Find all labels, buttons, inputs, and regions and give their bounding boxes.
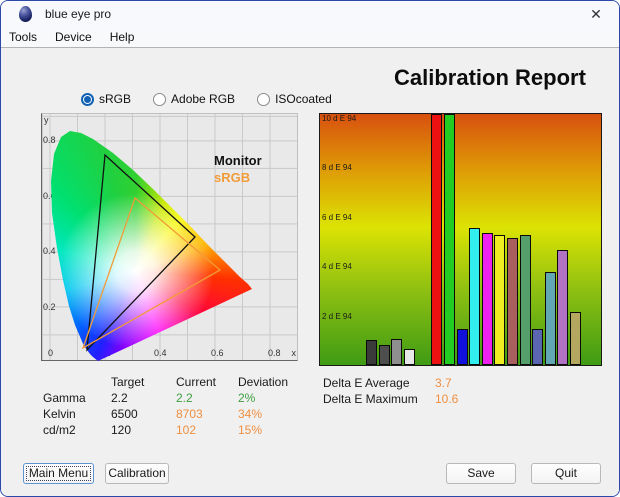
kelvin-current: 8703 — [176, 407, 203, 421]
kelvin-target: 6500 — [111, 407, 138, 421]
delta-bar-cyan — [469, 227, 481, 365]
menu-bar: Tools Device Help — [1, 27, 619, 48]
cdm2-current: 102 — [176, 423, 197, 437]
radio-isocoated[interactable]: ISOcoated — [257, 92, 332, 106]
col-header-deviation: Deviation — [238, 375, 289, 389]
delta-e-average-label: Delta E Average — [323, 376, 410, 390]
delta-bar-blue — [456, 329, 468, 365]
gamut-selector: sRGB Adobe RGB ISOcoated — [81, 92, 332, 106]
menu-item-help[interactable]: Help — [110, 30, 135, 44]
delta-bar-gray-dark — [366, 340, 377, 365]
legend-srgb: sRGB — [214, 170, 251, 185]
menu-item-tools[interactable]: Tools — [9, 30, 37, 44]
cie-legend: Monitor sRGB — [214, 152, 262, 186]
gamma-deviation: 2% — [238, 391, 256, 405]
kelvin-deviation: 34% — [238, 407, 263, 421]
col-header-target: Target — [111, 375, 145, 389]
titlebar: blue eye pro ✕ — [1, 1, 619, 27]
delta-bar-gray-mid — [391, 339, 403, 365]
results-table: Target Current Deviation Gamma 2.2 2.2 2… — [43, 375, 308, 437]
delta-bar-sea-green — [519, 235, 531, 365]
delta-bar-brown — [506, 237, 518, 365]
calibration-button[interactable]: Calibration — [105, 463, 169, 484]
radio-adobe-rgb[interactable]: Adobe RGB — [153, 92, 235, 106]
save-button[interactable]: Save — [446, 463, 516, 484]
monitor-gamut-triangle — [86, 153, 196, 352]
delta-bar-green — [443, 114, 455, 365]
delta-e-maximum-value: 10.6 — [435, 392, 459, 406]
delta-bar-red — [431, 114, 443, 365]
gamma-target: 2.2 — [111, 391, 128, 405]
delta-e-maximum-label: Delta E Maximum — [323, 392, 418, 406]
delta-bar-magenta — [481, 232, 493, 365]
app-egg-icon — [19, 6, 32, 22]
radio-circle-icon[interactable] — [81, 92, 94, 106]
delta-bar-orchid — [557, 250, 569, 365]
radio-adobe-rgb-label: Adobe RGB — [171, 92, 236, 106]
app-window: blue eye pro ✕ Tools Device Help sRGB Ad… — [0, 0, 620, 497]
menu-item-device[interactable]: Device — [55, 30, 92, 44]
delta-e-average-value: 3.7 — [435, 376, 452, 390]
radio-srgb-label: sRGB — [99, 92, 132, 106]
page-title: Calibration Report — [394, 65, 586, 90]
main-content: sRGB Adobe RGB ISOcoated Calibration Rep… — [1, 49, 619, 496]
radio-circle-icon[interactable] — [153, 92, 167, 106]
delta-bar-white — [403, 348, 415, 365]
cdm2-deviation: 15% — [238, 423, 263, 437]
radio-circle-icon[interactable] — [257, 92, 271, 106]
srgb-gamut-triangle — [81, 196, 222, 350]
legend-monitor: Monitor — [214, 153, 262, 168]
delta-bar-yellow — [494, 235, 506, 365]
delta-e-bar-chart: 10 d E 94 8 d E 94 6 d E 94 4 d E 94 2 d E 9… — [319, 113, 602, 366]
delta-e-summary: Delta E Average 3.7 Delta E Maximum 10.6 — [323, 376, 495, 406]
delta-bar-dark-khaki — [569, 311, 581, 365]
cdm2-target: 120 — [111, 423, 132, 437]
window-title: blue eye pro — [45, 7, 112, 21]
cie-chromaticity-chart: y 0.8 0.6 0.4 0.2 0 0.2 0.4 0.6 0.8 x Mo… — [41, 113, 298, 361]
col-header-current: Current — [176, 375, 217, 389]
row-label-gamma: Gamma — [43, 391, 86, 405]
delta-bar-gray-mid-dark — [378, 345, 390, 365]
main-menu-button[interactable]: Main Menu — [23, 463, 94, 484]
gamma-current: 2.2 — [176, 391, 193, 405]
radio-isocoated-label: ISOcoated — [275, 92, 332, 106]
quit-button[interactable]: Quit — [531, 463, 601, 484]
radio-srgb[interactable]: sRGB — [81, 92, 131, 106]
close-icon[interactable]: ✕ — [587, 5, 605, 23]
row-label-cdm2: cd/m2 — [43, 423, 76, 437]
bar-chart-bars — [320, 114, 601, 365]
delta-bar-cadet-blue — [544, 272, 556, 365]
row-label-kelvin: Kelvin — [43, 407, 76, 421]
delta-bar-slate-blue — [532, 329, 544, 365]
